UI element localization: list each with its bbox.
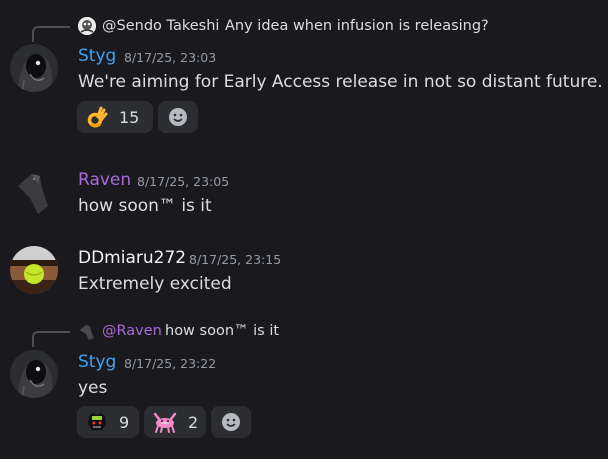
pink-creature-custom-emoji-icon — [152, 410, 178, 434]
avatar-image — [18, 174, 48, 214]
timestamp: 8/17/25, 23:22 — [124, 356, 217, 371]
add-reaction-button[interactable] — [211, 406, 251, 438]
avatar[interactable] — [10, 246, 58, 294]
avatar[interactable] — [10, 168, 58, 216]
reaction-monster[interactable]: 9 — [77, 406, 139, 438]
ok-hand-emoji-icon — [85, 105, 109, 129]
message-content: We're aiming for Early Access release in… — [78, 72, 603, 92]
author-name[interactable]: DDmiaru272 — [78, 248, 186, 268]
monster-custom-emoji-icon — [85, 410, 109, 434]
reply-avatar[interactable] — [78, 17, 96, 35]
avatar-image — [10, 44, 58, 92]
reaction-count: 9 — [119, 412, 130, 432]
timestamp: 8/17/25, 23:15 — [189, 252, 282, 267]
reaction-pink-creature[interactable]: 2 — [144, 406, 206, 438]
reply-connector — [32, 26, 70, 42]
reply-text[interactable]: Any idea when infusion is releasing? — [225, 18, 489, 34]
smiley-icon — [222, 413, 240, 431]
reply-connector — [32, 331, 70, 347]
avatar-image — [10, 350, 58, 398]
reply-avatar[interactable] — [78, 323, 96, 341]
avatar-image — [10, 246, 58, 294]
timestamp: 8/17/25, 23:03 — [124, 50, 217, 65]
avatar[interactable] — [10, 350, 58, 398]
author-name[interactable]: Raven — [78, 170, 131, 190]
message-content: Extremely excited — [78, 274, 232, 294]
timestamp: 8/17/25, 23:05 — [137, 174, 230, 189]
reply-author[interactable]: @Sendo Takeshi — [102, 18, 219, 34]
author-name[interactable]: Styg — [78, 46, 116, 66]
reaction-count: 2 — [188, 412, 199, 432]
reply-avatar-image — [78, 17, 96, 35]
author-name[interactable]: Styg — [78, 352, 116, 372]
reply-avatar-image — [80, 325, 94, 340]
smiley-icon — [169, 108, 187, 126]
message-content: yes — [78, 378, 108, 398]
reaction-ok-hand[interactable]: 15 — [77, 101, 153, 133]
add-reaction-button[interactable] — [158, 101, 198, 133]
reaction-count: 15 — [119, 107, 140, 127]
reply-text[interactable]: how soon™ is it — [165, 323, 279, 339]
message-content: how soon™ is it — [78, 196, 212, 216]
reply-author[interactable]: @Raven — [102, 323, 162, 339]
avatar[interactable] — [10, 44, 58, 92]
